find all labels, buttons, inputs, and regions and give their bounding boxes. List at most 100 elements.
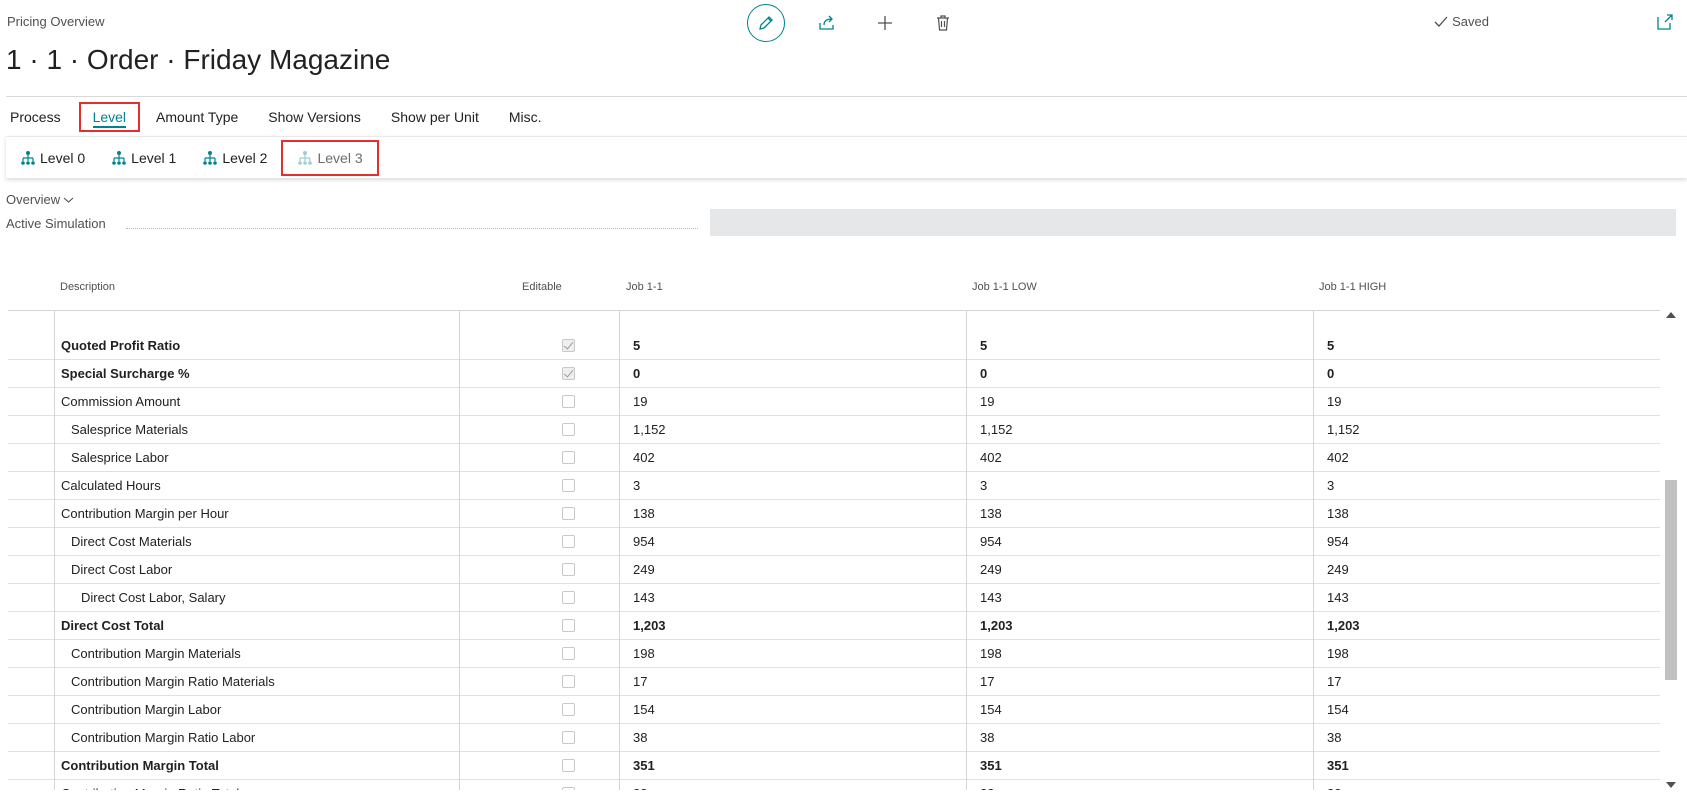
row-value-v1[interactable]: 1,203 xyxy=(633,612,666,639)
row-value-v1[interactable]: 198 xyxy=(633,640,655,667)
table-row[interactable]: Contribution Margin Ratio Materials 17 17 1… xyxy=(8,668,1660,696)
table-row[interactable]: Contribution Margin Total 351 351 351 xyxy=(8,752,1660,780)
row-value-v1[interactable]: 23 xyxy=(633,780,647,790)
editable-checkbox[interactable] xyxy=(562,703,575,716)
delete-button[interactable] xyxy=(927,7,959,39)
level-2-button[interactable]: Level 2 xyxy=(202,150,267,166)
table-row[interactable]: Contribution Margin Ratio Total 23 23 23 xyxy=(8,780,1660,790)
row-value-v1[interactable]: 1,152 xyxy=(633,416,666,443)
table-row[interactable]: Special Surcharge % 0 0 0 xyxy=(8,360,1660,388)
row-value-v3[interactable]: 1,203 xyxy=(1327,612,1360,639)
table-row[interactable]: Calculated Hours 3 3 3 xyxy=(8,472,1660,500)
row-value-v1[interactable]: 138 xyxy=(633,500,655,527)
row-value-v3[interactable]: 23 xyxy=(1327,780,1341,790)
row-value-v1[interactable]: 17 xyxy=(633,668,647,695)
row-value-v1[interactable]: 38 xyxy=(633,724,647,751)
table-row[interactable]: Contribution Margin Labor 154 154 154 xyxy=(8,696,1660,724)
row-value-v2[interactable]: 154 xyxy=(980,696,1002,723)
popout-icon[interactable] xyxy=(1655,12,1675,32)
active-simulation-field[interactable] xyxy=(710,209,1676,236)
edit-button[interactable] xyxy=(747,4,785,42)
row-value-v3[interactable]: 143 xyxy=(1327,584,1349,611)
table-row[interactable]: Contribution Margin per Hour 138 138 138 xyxy=(8,500,1660,528)
row-value-v2[interactable]: 17 xyxy=(980,668,994,695)
row-value-v2[interactable]: 954 xyxy=(980,528,1002,555)
row-value-v2[interactable]: 249 xyxy=(980,556,1002,583)
editable-checkbox[interactable] xyxy=(562,647,575,660)
level-3-button[interactable]: Level 3 xyxy=(281,139,379,176)
row-value-v2[interactable]: 143 xyxy=(980,584,1002,611)
row-value-v1[interactable]: 402 xyxy=(633,444,655,471)
column-header-job-1-1[interactable]: Job 1-1 xyxy=(626,281,663,293)
table-row[interactable]: Direct Cost Labor 249 249 249 xyxy=(8,556,1660,584)
scroll-up-icon[interactable] xyxy=(1666,312,1676,318)
editable-checkbox[interactable] xyxy=(562,675,575,688)
row-value-v2[interactable]: 402 xyxy=(980,444,1002,471)
row-value-v1[interactable]: 351 xyxy=(633,752,655,779)
grid-scrollbar[interactable] xyxy=(1662,310,1680,790)
table-row[interactable]: Quoted Profit Ratio 5 5 5 xyxy=(8,332,1660,360)
column-header-job-1-1-high[interactable]: Job 1-1 HIGH xyxy=(1319,281,1386,293)
table-row[interactable]: Salesprice Materials 1,152 1,152 1,152 xyxy=(8,416,1660,444)
editable-checkbox[interactable] xyxy=(562,451,575,464)
table-row[interactable]: Contribution Margin Materials 198 198 198 xyxy=(8,640,1660,668)
row-value-v3[interactable]: 154 xyxy=(1327,696,1349,723)
row-value-v3[interactable]: 5 xyxy=(1327,332,1334,359)
row-value-v1[interactable]: 143 xyxy=(633,584,655,611)
row-value-v3[interactable]: 351 xyxy=(1327,752,1349,779)
editable-checkbox[interactable] xyxy=(562,395,575,408)
editable-checkbox[interactable] xyxy=(562,423,575,436)
row-value-v3[interactable]: 38 xyxy=(1327,724,1341,751)
row-value-v2[interactable]: 351 xyxy=(980,752,1002,779)
row-value-v1[interactable]: 249 xyxy=(633,556,655,583)
column-header-job-1-1-low[interactable]: Job 1-1 LOW xyxy=(972,281,1037,293)
row-value-v1[interactable]: 954 xyxy=(633,528,655,555)
column-header-description[interactable]: Description xyxy=(60,281,115,293)
row-value-v1[interactable]: 0 xyxy=(633,360,640,387)
row-value-v3[interactable]: 19 xyxy=(1327,388,1341,415)
menu-amount-type[interactable]: Amount Type xyxy=(154,109,240,125)
level-0-button[interactable]: Level 0 xyxy=(20,150,85,166)
table-row[interactable]: Commission Amount 19 19 19 xyxy=(8,388,1660,416)
row-value-v2[interactable]: 0 xyxy=(980,360,987,387)
share-button[interactable] xyxy=(811,7,843,39)
overview-toggle[interactable]: Overview xyxy=(6,192,74,207)
row-value-v2[interactable]: 1,203 xyxy=(980,612,1013,639)
editable-checkbox[interactable] xyxy=(562,787,575,790)
row-value-v2[interactable]: 1,152 xyxy=(980,416,1013,443)
row-value-v3[interactable]: 954 xyxy=(1327,528,1349,555)
scrollbar-thumb[interactable] xyxy=(1665,480,1677,680)
row-value-v3[interactable]: 198 xyxy=(1327,640,1349,667)
editable-checkbox[interactable] xyxy=(562,563,575,576)
row-value-v3[interactable]: 0 xyxy=(1327,360,1334,387)
editable-checkbox[interactable] xyxy=(562,507,575,520)
menu-show-per-unit[interactable]: Show per Unit xyxy=(389,109,481,125)
editable-checkbox[interactable] xyxy=(562,619,575,632)
row-value-v2[interactable]: 3 xyxy=(980,472,987,499)
row-value-v3[interactable]: 402 xyxy=(1327,444,1349,471)
row-value-v1[interactable]: 3 xyxy=(633,472,640,499)
row-value-v2[interactable]: 23 xyxy=(980,780,994,790)
row-value-v3[interactable]: 17 xyxy=(1327,668,1341,695)
table-row[interactable]: Salesprice Labor 402 402 402 xyxy=(8,444,1660,472)
row-value-v1[interactable]: 5 xyxy=(633,332,640,359)
editable-checkbox[interactable] xyxy=(562,367,575,380)
row-value-v2[interactable]: 138 xyxy=(980,500,1002,527)
editable-checkbox[interactable] xyxy=(562,479,575,492)
editable-checkbox[interactable] xyxy=(562,535,575,548)
editable-checkbox[interactable] xyxy=(562,339,575,352)
row-value-v2[interactable]: 19 xyxy=(980,388,994,415)
menu-process[interactable]: Process xyxy=(8,109,63,125)
row-value-v3[interactable]: 138 xyxy=(1327,500,1349,527)
menu-misc[interactable]: Misc. xyxy=(507,109,544,125)
column-header-editable[interactable]: Editable xyxy=(522,281,562,293)
table-row[interactable]: Direct Cost Total 1,203 1,203 1,203 xyxy=(8,612,1660,640)
new-button[interactable] xyxy=(869,7,901,39)
row-value-v3[interactable]: 249 xyxy=(1327,556,1349,583)
editable-checkbox[interactable] xyxy=(562,591,575,604)
editable-checkbox[interactable] xyxy=(562,731,575,744)
row-value-v1[interactable]: 154 xyxy=(633,696,655,723)
level-1-button[interactable]: Level 1 xyxy=(111,150,176,166)
scroll-down-icon[interactable] xyxy=(1666,782,1676,788)
table-row[interactable]: Direct Cost Labor, Salary 143 143 143 xyxy=(8,584,1660,612)
